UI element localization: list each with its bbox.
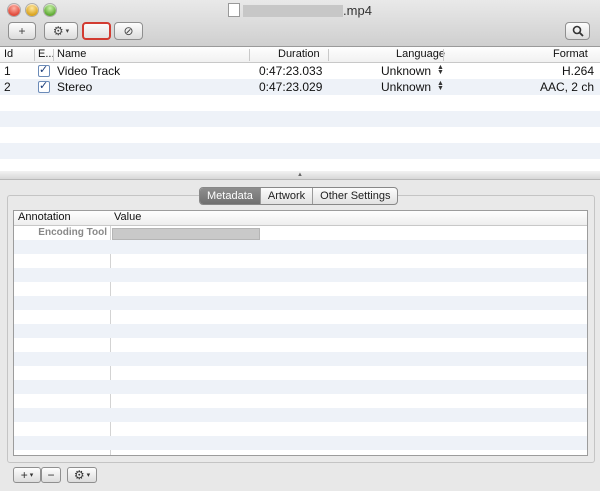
title-extension: .mp4 bbox=[343, 3, 372, 18]
gear-icon: ⚙ bbox=[52, 24, 64, 38]
track-enabled-checkbox[interactable] bbox=[38, 79, 50, 93]
empty-row bbox=[14, 254, 587, 268]
empty-row bbox=[0, 95, 600, 111]
empty-row bbox=[14, 380, 587, 394]
table-row[interactable]: 1 Video Track 0:47:23.033 Unknown ▲▼ H.2… bbox=[0, 63, 600, 79]
empty-row bbox=[14, 296, 587, 310]
empty-row bbox=[14, 436, 587, 450]
disable-button[interactable]: ⊘ bbox=[114, 22, 143, 40]
tab-bar: Metadata Artwork Other Settings bbox=[199, 187, 399, 205]
tracks-table: Id E... Name Duration Language Format 1 … bbox=[0, 47, 600, 172]
empty-row bbox=[14, 450, 587, 455]
empty-row bbox=[14, 352, 587, 366]
empty-row bbox=[0, 111, 600, 127]
search-icon bbox=[572, 25, 584, 37]
action-menu-button[interactable]: ⚙ ▾ bbox=[44, 22, 78, 40]
split-view-divider[interactable]: ▲ bbox=[0, 171, 600, 180]
empty-row bbox=[0, 143, 600, 159]
language-popup-arrows-icon[interactable]: ▲ ▼ bbox=[437, 64, 444, 76]
table-row[interactable]: 2 Stereo 0:47:23.029 Unknown ▲▼ AAC, 2 c… bbox=[0, 79, 600, 95]
track-format: H.264 bbox=[561, 64, 594, 78]
empty-row bbox=[14, 282, 587, 296]
language-popup-arrows-icon[interactable]: ▲ ▼ bbox=[437, 80, 444, 92]
prohibited-icon: ⊘ bbox=[123, 24, 134, 38]
track-language[interactable]: Unknown bbox=[381, 64, 431, 78]
add-metadata-button[interactable]: + ▾ bbox=[13, 467, 41, 483]
track-name[interactable]: Video Track bbox=[57, 64, 120, 78]
tab-metadata[interactable]: Metadata bbox=[200, 188, 261, 204]
empty-row bbox=[14, 268, 587, 282]
chevron-down-icon: ▾ bbox=[86, 472, 91, 479]
document-icon bbox=[228, 3, 241, 17]
empty-row bbox=[14, 240, 587, 254]
table-row[interactable]: Encoding Tool bbox=[14, 226, 587, 240]
empty-row bbox=[14, 310, 587, 324]
empty-row bbox=[14, 394, 587, 408]
track-name[interactable]: Stereo bbox=[57, 80, 92, 94]
app-window: .mp4 + ⚙ ▾ ⊘ Id E... Name Duration Langu… bbox=[0, 0, 600, 491]
empty-row bbox=[14, 324, 587, 338]
empty-row bbox=[14, 366, 587, 380]
metadata-table: Annotation Value Encoding Tool bbox=[13, 210, 588, 456]
gear-icon: ⚙ bbox=[73, 468, 85, 482]
track-id: 1 bbox=[4, 64, 11, 78]
titlebar: .mp4 + ⚙ ▾ ⊘ bbox=[0, 0, 600, 47]
divider-grip-icon: ▲ bbox=[297, 172, 303, 178]
metadata-action-button[interactable]: ⚙ ▾ bbox=[67, 467, 97, 483]
column-annotation[interactable]: Annotation bbox=[18, 211, 71, 223]
minus-icon: − bbox=[47, 468, 55, 482]
chevron-down-icon: ▾ bbox=[29, 472, 34, 479]
window-title: .mp4 bbox=[0, 3, 600, 18]
column-name[interactable]: Name bbox=[57, 48, 86, 60]
column-format[interactable]: Format bbox=[553, 48, 588, 60]
empty-row bbox=[14, 408, 587, 422]
chevron-down-icon: ▾ bbox=[65, 28, 70, 35]
search-button[interactable] bbox=[565, 22, 590, 40]
annotation-label: Encoding Tool bbox=[38, 227, 107, 238]
track-duration: 0:47:23.029 bbox=[259, 80, 323, 94]
tracks-table-header: Id E... Name Duration Language Format bbox=[0, 47, 600, 63]
track-id: 2 bbox=[4, 80, 11, 94]
column-language[interactable]: Language bbox=[396, 48, 445, 60]
redacted-value[interactable] bbox=[112, 228, 260, 240]
empty-row bbox=[0, 127, 600, 143]
empty-row bbox=[14, 338, 587, 352]
tab-other-settings[interactable]: Other Settings bbox=[313, 188, 397, 204]
highlighted-toolbar-button[interactable] bbox=[82, 22, 111, 40]
plus-icon: + bbox=[18, 24, 26, 38]
redacted-filename bbox=[243, 5, 344, 17]
add-track-button[interactable]: + bbox=[8, 22, 36, 40]
metadata-table-header: Annotation Value bbox=[14, 211, 587, 226]
track-enabled-checkbox[interactable] bbox=[38, 63, 50, 77]
tab-artwork[interactable]: Artwork bbox=[261, 188, 314, 204]
remove-metadata-button[interactable]: − bbox=[41, 467, 61, 483]
column-value[interactable]: Value bbox=[114, 211, 141, 223]
track-duration: 0:47:23.033 bbox=[259, 64, 323, 78]
column-duration[interactable]: Duration bbox=[278, 48, 320, 60]
track-language[interactable]: Unknown bbox=[381, 80, 431, 94]
column-id[interactable]: Id bbox=[4, 48, 13, 60]
plus-icon: + bbox=[20, 468, 28, 482]
empty-row bbox=[14, 422, 587, 436]
track-format: AAC, 2 ch bbox=[539, 80, 594, 94]
